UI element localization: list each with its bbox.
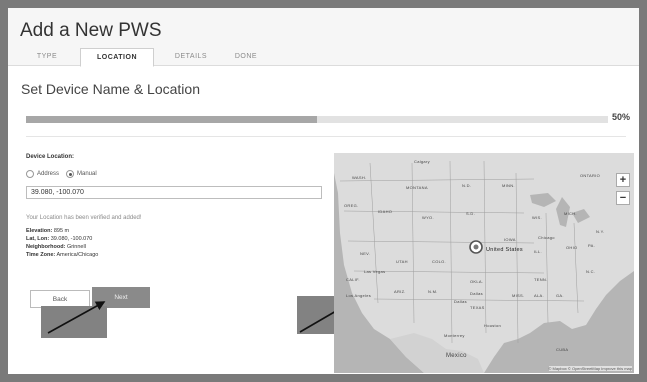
map-label: TEXAS [470,305,485,310]
map-label: MINN. [502,183,515,188]
tab-type[interactable]: TYPE [24,48,70,65]
divider [26,136,626,137]
progress-bar-fill [26,116,317,123]
map-label: IDAHO [378,209,393,214]
map-label: Dallas [454,299,467,304]
device-location-label: Device Location: [26,154,75,160]
map-graphic [334,153,634,373]
annotation-highlight [41,306,107,338]
map-label: ILL. [534,249,542,254]
zoom-out-button[interactable]: − [616,191,630,205]
map-label: United States [486,247,523,253]
map-label: MICH. [564,211,577,216]
map-label: GA. [556,293,564,298]
latlon-value: 39.080, -100.070 [50,236,93,242]
next-button[interactable]: Next [92,287,150,308]
map-label: ALA. [534,293,544,298]
map-label: Dallas [470,291,483,296]
elevation-value: 895 m [53,228,70,234]
map-label: CALIF. [346,277,360,282]
neighborhood-label: Neighborhood: [26,244,66,250]
map-label: WASH. [352,175,367,180]
tab-location[interactable]: LOCATION [80,48,154,67]
map-label: Chicago [538,235,555,240]
map-label: N.Y. [596,229,605,234]
neighborhood-value: Grinnell [66,244,86,250]
progress-label: 50% [612,112,631,122]
map-label: WYO. [422,215,434,220]
radio-address[interactable] [26,170,34,178]
coordinates-input[interactable] [26,186,322,199]
map-label: NEV. [360,251,371,256]
map-label: COLO. [432,259,446,264]
zoom-in-button[interactable]: + [616,173,630,187]
radio-address-label[interactable]: Address [37,170,59,178]
location-pin-icon[interactable] [468,239,484,259]
radio-manual-label[interactable]: Manual [77,170,97,178]
location-map[interactable]: Calgary WASH. MONTANA N.D. MINN. ONTARIO… [334,153,634,373]
map-label: WIS. [532,215,542,220]
map-label: Calgary [414,159,430,164]
map-label: Houston [484,323,501,328]
wizard-header: Add a New PWS TYPE LOCATION DETAILS DONE [8,8,639,67]
wizard-window: Add a New PWS TYPE LOCATION DETAILS DONE… [8,8,639,374]
map-label: OKLA. [470,279,484,284]
map-label: OHIO [566,245,578,250]
map-label: MONTANA [406,185,428,190]
map-label: ONTARIO [580,173,601,178]
page-title: Add a New PWS [20,20,162,41]
map-label: PA. [588,243,596,248]
map-label: Mexico [446,353,467,359]
progress-bar [26,116,608,123]
radio-manual[interactable] [66,170,74,178]
timezone-label: Time Zone: [26,252,56,258]
map-label: Las Vegas [364,269,386,274]
verified-message: Your Location has been verified and adde… [26,215,142,221]
map-label: UTAH [396,259,408,264]
map-label: CUBA [556,347,569,352]
map-label: IOWA [504,237,516,242]
map-label: N.D. [462,183,472,188]
latlon-label: Lat, Lon: [26,236,50,242]
map-label: OREG. [344,203,359,208]
map-label: MISS. [512,293,525,298]
tab-details[interactable]: DETAILS [164,48,218,65]
map-label: N.M. [428,289,438,294]
map-attribution[interactable]: © Mapbox © OpenStreetMap Improve this ma… [548,366,632,371]
map-label: TENN. [534,277,548,282]
tab-done[interactable]: DONE [224,48,268,65]
map-label: ARIZ. [394,289,406,294]
map-label: N.C. [586,269,596,274]
map-label: S.D. [466,211,475,216]
timezone-value: America/Chicago [56,252,99,258]
elevation-label: Elevation: [26,228,53,234]
section-title: Set Device Name & Location [21,81,200,97]
location-info: Elevation: 895 m Lat, Lon: 39.080, -100.… [26,227,98,259]
map-label: Los Angeles [346,293,372,298]
map-label: Monterrey [444,333,465,338]
